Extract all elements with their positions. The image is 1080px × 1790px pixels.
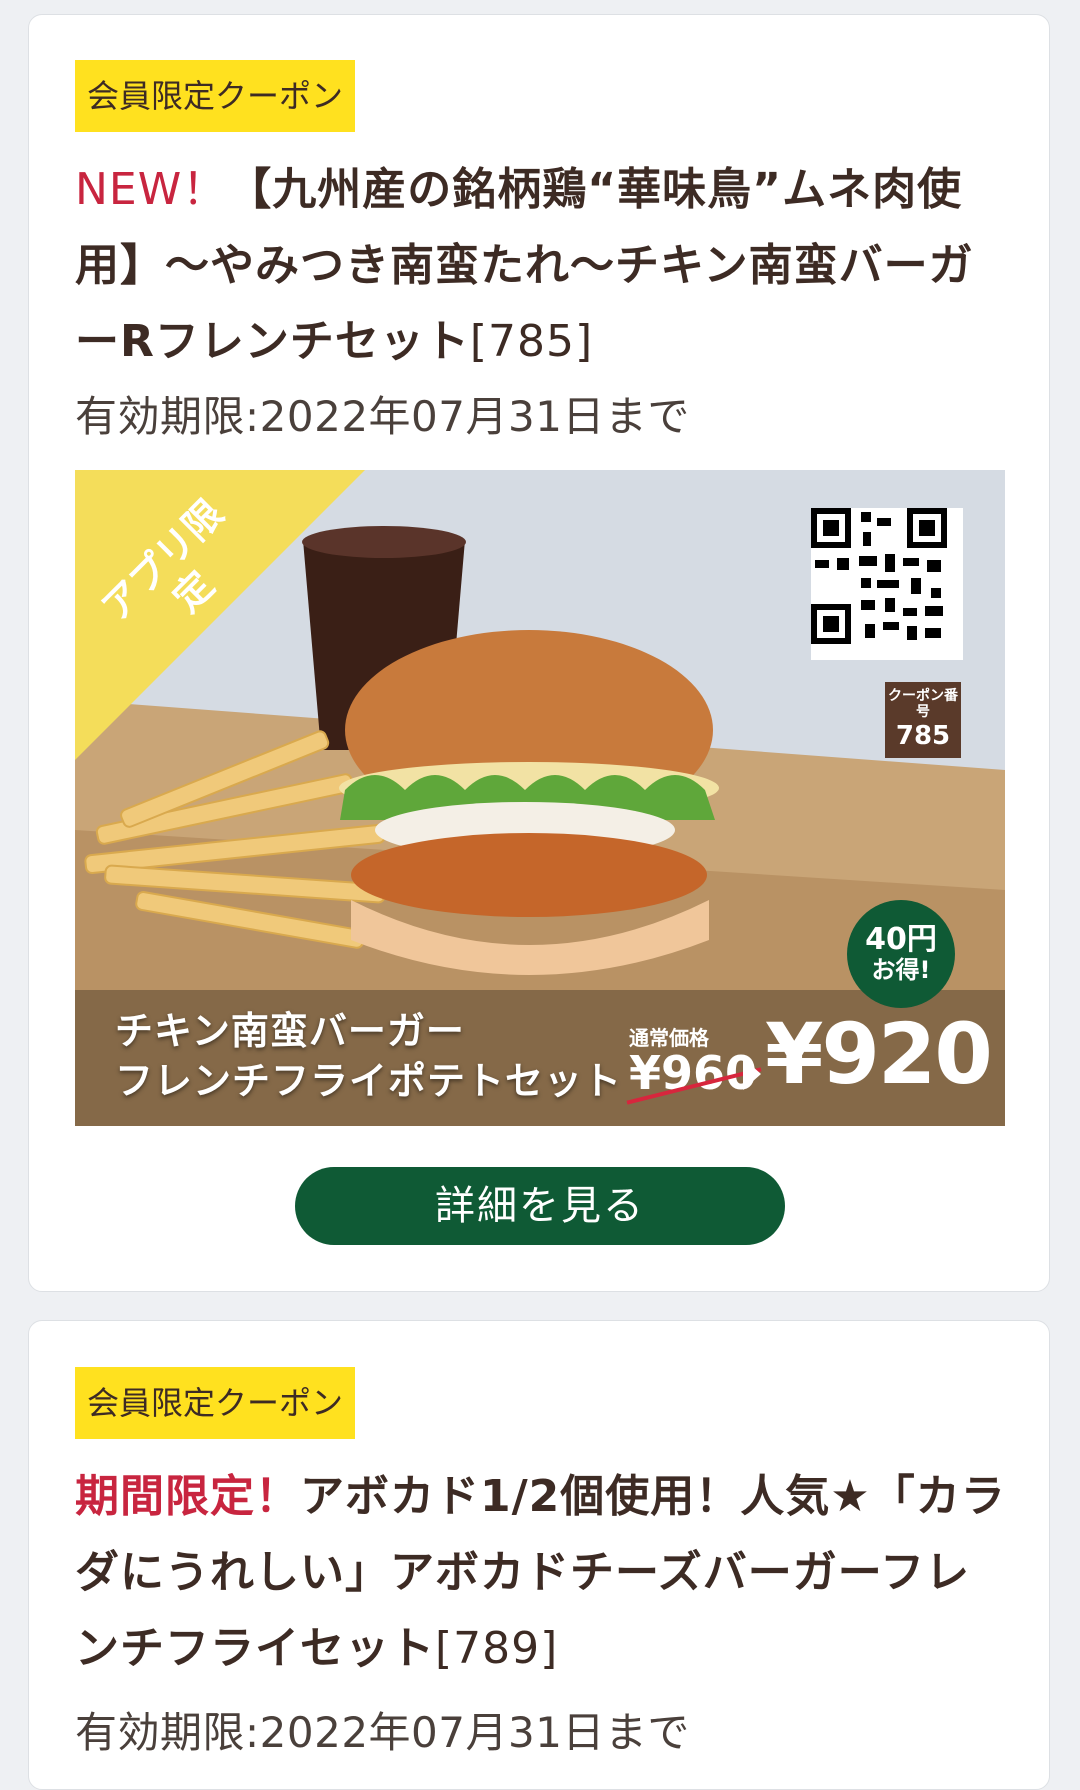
coupon-title: NEW！【九州産の銘柄鶏“華味鳥”ムネ肉使用】〜やみつき南蛮たれ〜チキン南蛮バー… [75,152,1015,380]
coupon-card-785[interactable]: 会員限定クーポン NEW！【九州産の銘柄鶏“華味鳥”ムネ肉使用】〜やみつき南蛮た… [28,14,1050,1292]
savings-amount: 40円 [865,922,937,957]
new-tag: NEW！ [75,164,228,215]
coupon-number-box: クーポン番号 785 [885,682,961,758]
regular-price: ¥960 [629,1046,758,1100]
price-arrow-icon [743,1058,761,1090]
member-coupon-badge: 会員限定クーポン [75,1367,356,1439]
savings-badge: 40円 お得! [847,900,955,1008]
coupon-number-label: クーポン番号 [888,688,958,720]
limited-time-tag: 期間限定！ [75,1471,300,1522]
qr-code-icon [811,508,947,644]
qr-code [811,508,963,660]
coupon-card-789[interactable]: 会員限定クーポン 期間限定！アボカド1/2個使用！人気★「カラダにうれしい」アボ… [28,1320,1050,1790]
expiry-date: 有効期限:2022年07月31日まで [75,1708,690,1757]
product-name-line2: フレンチフライポテトセット [115,1059,623,1103]
coupon-title: 期間限定！アボカド1/2個使用！人気★「カラダにうれしい」アボカドチーズバーガー… [75,1459,1015,1687]
expiry-date: 有効期限:2022年07月31日まで [75,392,690,441]
coupon-number: 785 [895,721,951,751]
product-name-line1: チキン南蛮バーガー [115,1009,465,1053]
view-details-button[interactable]: 詳細を見る [295,1167,785,1245]
member-coupon-badge: 会員限定クーポン [75,60,356,132]
product-name: チキン南蛮バーガー フレンチフライポテトセット [115,1006,622,1106]
coupon-promo-image: アプリ限定 クーポン番号 785 40円 お得! チキン南蛮バーガー フレンチフ… [75,470,1005,1126]
sale-price: ¥920 [765,1005,993,1103]
coupon-code: [785] [469,316,594,367]
coupon-code: [789] [435,1623,559,1674]
savings-label: お得! [871,956,931,984]
